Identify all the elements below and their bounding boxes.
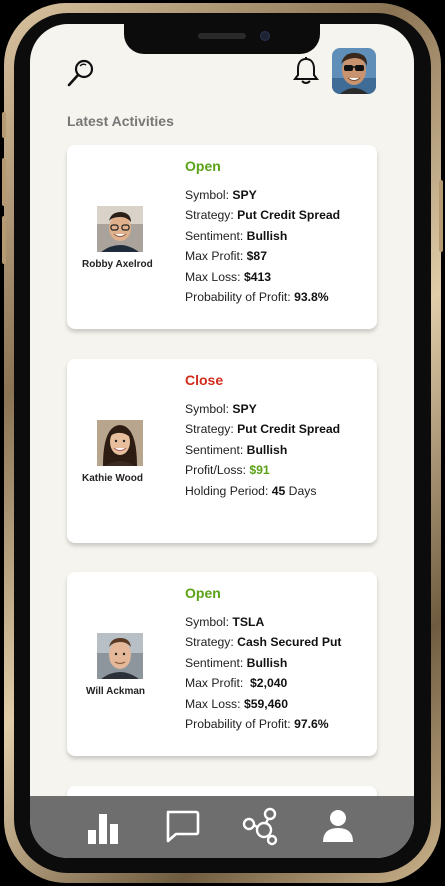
app-screen: Latest Activities Robby Axelrod Open Sym… [30,24,414,858]
detail-label: Strategy: [185,635,238,650]
detail-line: Sentiment: Bullish [185,653,341,673]
trader-avatar [97,633,143,679]
detail-value: $2,040 [250,676,288,691]
detail-label: Holding Period: [185,483,272,498]
detail-value: 45 [271,483,286,498]
detail-label: Sentiment: [185,655,247,670]
detail-line: Symbol: TSLA [185,612,341,632]
detail-line: Strategy: Put Credit Spread [185,419,340,439]
detail-line: Symbol: SPY [185,185,340,205]
detail-line: Strategy: Put Credit Spread [185,205,340,225]
detail-label: Probability of Profit: [185,717,295,732]
notch [124,24,320,54]
detail-value: $413 [243,269,272,284]
front-camera [260,31,270,41]
detail-line: Strategy: Cash Secured Put [185,632,341,652]
trade-details: Symbol: SPY Strategy: Put Credit Spread … [185,399,340,501]
bottom-nav [30,796,414,858]
detail-line: Max Profit: $2,040 [185,673,341,693]
detail-label: Strategy: [185,208,238,223]
side-button [2,158,6,206]
profit-value: $91 [249,463,270,478]
detail-value: Cash Secured Put [237,635,342,650]
detail-line: Holding Period: 45 Days [185,481,340,501]
trader-avatar [97,420,143,466]
speaker [198,33,246,39]
side-button [439,180,443,252]
detail-line: Profit/Loss: $91 [185,460,340,480]
network-icon[interactable] [240,806,280,846]
detail-value: $59,460 [243,696,288,711]
status-label: Close [185,372,224,388]
avatar-photo [332,48,376,94]
trader-name: Will Ackman [86,686,145,697]
detail-suffix: Days [285,483,317,498]
bar-chart-icon[interactable] [84,806,124,846]
detail-line: Probability of Profit: 93.8% [185,287,340,307]
trader-name: Robby Axelrod [82,259,153,270]
detail-value: $87 [246,249,267,264]
activity-card[interactable]: Will Ackman Open Symbol: TSLA Strategy: … [67,572,377,756]
trade-details: Symbol: TSLA Strategy: Cash Secured Put … [185,612,341,734]
chat-icon[interactable] [162,806,202,846]
detail-label: Max Loss: [185,696,244,711]
activity-card[interactable]: Kathie Wood Close Symbol: SPY Strategy: … [67,359,377,543]
detail-line: Sentiment: Bullish [185,440,340,460]
detail-value: SPY [232,188,257,202]
activity-card[interactable]: Robby Axelrod Open Symbol: SPY Strategy:… [67,145,377,329]
detail-label: Sentiment: [185,442,247,457]
profile-icon[interactable] [318,806,358,846]
detail-value: SPY [232,402,257,416]
detail-value: Put Credit Spread [237,422,341,437]
detail-label: Probability of Profit: [185,290,295,305]
side-button [2,216,6,264]
trader-name: Kathie Wood [82,473,143,484]
status-label: Open [185,158,221,174]
section-title: Latest Activities [67,113,174,129]
detail-label: Profit/Loss: [185,463,250,478]
detail-label: Strategy: [185,422,238,437]
detail-line: Symbol: SPY [185,399,340,419]
detail-label: Max Loss: [185,269,244,284]
detail-label: Symbol: [185,615,233,629]
detail-label: Sentiment: [185,228,247,243]
detail-value: TSLA [232,615,265,629]
detail-value: Bullish [246,442,288,457]
detail-value: Bullish [246,655,288,670]
detail-label: Symbol: [185,188,233,202]
side-button [2,112,6,138]
detail-value: Put Credit Spread [237,208,341,223]
status-label: Open [185,585,221,601]
detail-label: Symbol: [185,402,233,416]
detail-value: Bullish [246,228,288,243]
detail-line: Probability of Profit: 97.6% [185,714,341,734]
detail-label: Max Profit: [185,676,251,691]
detail-line: Max Profit: $87 [185,246,340,266]
trader-avatar [97,206,143,252]
profile-avatar[interactable] [332,48,376,94]
detail-line: Max Loss: $59,460 [185,694,341,714]
detail-line: Sentiment: Bullish [185,226,340,246]
detail-value: 93.8% [294,290,329,305]
detail-line: Max Loss: $413 [185,267,340,287]
detail-value: 97.6% [294,717,329,732]
search-icon[interactable] [66,58,96,88]
trade-details: Symbol: SPY Strategy: Put Credit Spread … [185,185,340,307]
detail-label: Max Profit: [185,249,247,264]
bell-icon[interactable] [292,56,320,86]
